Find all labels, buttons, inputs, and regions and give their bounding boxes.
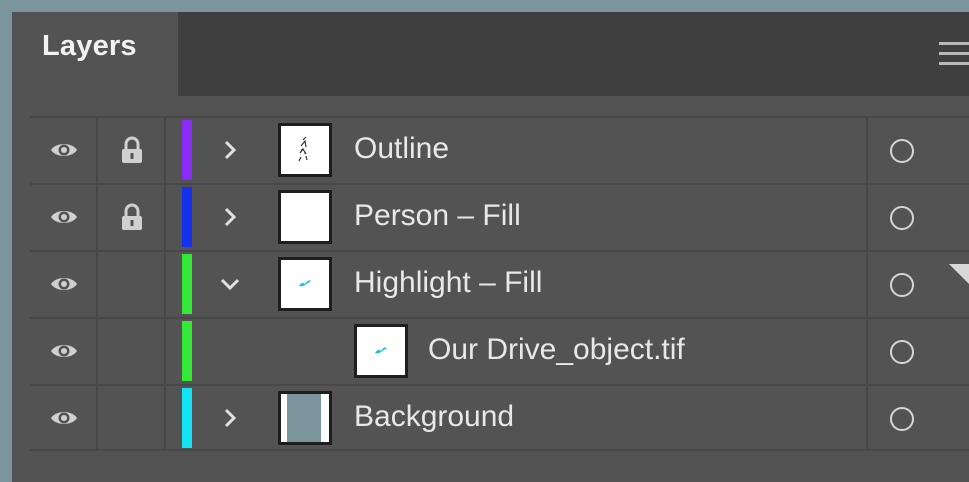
lock-toggle[interactable] — [98, 185, 166, 250]
divider — [866, 118, 868, 183]
layer-name[interactable]: Highlight – Fill — [354, 266, 542, 300]
layers-list: Outline Person – Fill Highlight – Fill O… — [30, 116, 969, 451]
visibility-toggle[interactable] — [30, 118, 98, 183]
layer-color-bar — [182, 187, 192, 247]
divider — [866, 185, 868, 250]
layer-name[interactable]: Outline — [354, 132, 449, 166]
lock-toggle[interactable] — [98, 252, 166, 317]
layers-panel: Layers Outline Person – Fill Highlight –… — [12, 12, 969, 482]
lock-icon[interactable] — [119, 203, 145, 231]
layer-color-bar — [182, 388, 192, 448]
target-circle-icon[interactable] — [890, 139, 914, 163]
eye-icon[interactable] — [50, 140, 78, 160]
layer-row-person-fill[interactable]: Person – Fill — [30, 183, 969, 250]
layer-color-bar — [182, 120, 192, 180]
hamburger-menu-icon[interactable] — [939, 42, 969, 66]
tab-layers-label: Layers — [42, 30, 137, 62]
scroll-corner-indicator — [949, 264, 969, 284]
eye-icon[interactable] — [50, 408, 78, 428]
layer-color-bar — [182, 254, 192, 314]
layer-row-our-drive-object[interactable]: Our Drive_object.tif — [30, 317, 969, 384]
target-circle-icon[interactable] — [890, 340, 914, 364]
visibility-toggle[interactable] — [30, 252, 98, 317]
layer-name[interactable]: Background — [354, 400, 514, 434]
target-circle-icon[interactable] — [890, 407, 914, 431]
chevron-right-icon[interactable] — [218, 406, 242, 430]
layer-name[interactable]: Our Drive_object.tif — [428, 333, 685, 367]
divider — [866, 319, 868, 384]
visibility-toggle[interactable] — [30, 319, 98, 384]
layer-row-outline[interactable]: Outline — [30, 116, 969, 183]
layer-thumbnail — [278, 391, 332, 445]
eye-icon[interactable] — [50, 274, 78, 294]
layer-thumbnail — [278, 257, 332, 311]
visibility-toggle[interactable] — [30, 185, 98, 250]
layer-color-bar — [182, 321, 192, 381]
chevron-right-icon[interactable] — [218, 205, 242, 229]
panel-header: Layers — [12, 12, 969, 96]
layer-thumbnail — [354, 324, 408, 378]
tab-layers[interactable]: Layers — [12, 12, 178, 96]
divider — [866, 252, 868, 317]
layer-row-background[interactable]: Background — [30, 384, 969, 451]
lock-toggle[interactable] — [98, 118, 166, 183]
lock-icon[interactable] — [119, 136, 145, 164]
divider — [866, 386, 868, 451]
layer-thumbnail — [278, 190, 332, 244]
layer-name[interactable]: Person – Fill — [354, 199, 521, 233]
lock-toggle[interactable] — [98, 319, 166, 384]
visibility-toggle[interactable] — [30, 386, 98, 451]
target-circle-icon[interactable] — [890, 206, 914, 230]
target-circle-icon[interactable] — [890, 273, 914, 297]
chevron-down-icon[interactable] — [218, 272, 242, 296]
eye-icon[interactable] — [50, 207, 78, 227]
chevron-right-icon[interactable] — [218, 138, 242, 162]
layer-row-highlight-fill[interactable]: Highlight – Fill — [30, 250, 969, 317]
eye-icon[interactable] — [50, 341, 78, 361]
layer-thumbnail — [278, 123, 332, 177]
lock-toggle[interactable] — [98, 386, 166, 451]
